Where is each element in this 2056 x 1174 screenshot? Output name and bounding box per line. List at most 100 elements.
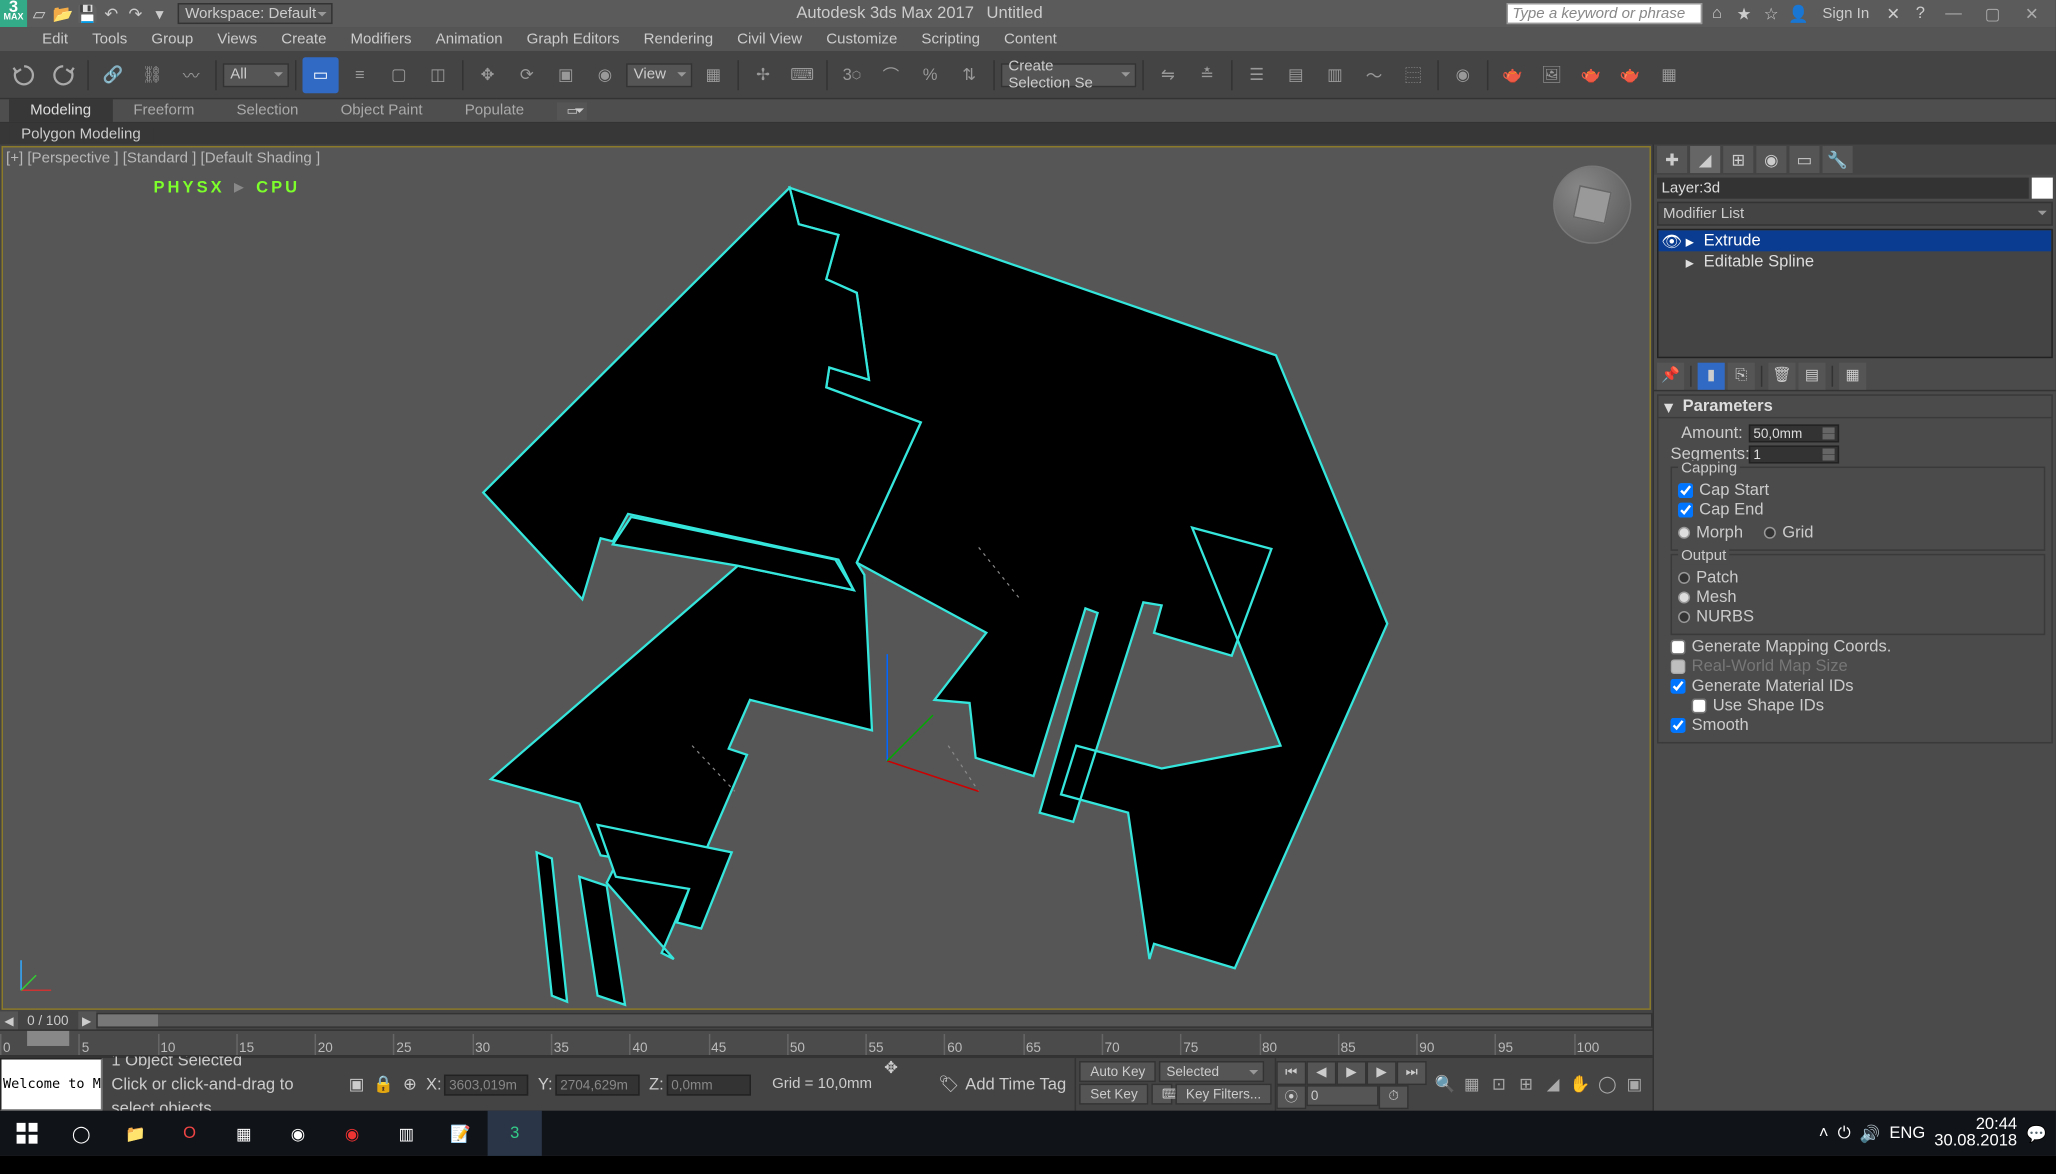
menu-tools[interactable]: Tools xyxy=(80,31,139,48)
next-frame-icon[interactable]: ▶ xyxy=(1367,1060,1397,1084)
select-by-name-icon[interactable]: ≡ xyxy=(342,56,378,92)
task-3dsmax-icon[interactable]: 3 xyxy=(488,1111,542,1156)
close-button[interactable]: ✕ xyxy=(2014,0,2050,27)
task-notepad-icon[interactable]: 📝 xyxy=(433,1111,487,1156)
select-manipulate-icon[interactable]: ✢ xyxy=(745,56,781,92)
gen-mapping-checkbox[interactable]: Generate Mapping Coords. xyxy=(1671,638,2046,656)
create-tab-icon[interactable]: ✚ xyxy=(1657,146,1687,173)
modify-tab-icon[interactable]: ◢ xyxy=(1690,146,1720,173)
menu-content[interactable]: Content xyxy=(992,31,1069,48)
redo-icon[interactable]: ↷ xyxy=(123,2,147,26)
sign-in-link[interactable]: Sign In xyxy=(1822,5,1869,22)
tray-volume-icon[interactable]: 🔊 xyxy=(1860,1123,1881,1143)
redo-large-icon[interactable] xyxy=(45,56,81,92)
tray-up-icon[interactable]: ˄ xyxy=(1819,1124,1829,1142)
absolute-mode-icon[interactable]: ⊕ xyxy=(403,1075,417,1095)
cortana-icon[interactable]: ◯ xyxy=(54,1111,108,1156)
help-icon[interactable]: ? xyxy=(1908,2,1932,26)
orbit-icon[interactable]: ◯ xyxy=(1595,1072,1619,1096)
stack-item-extrude[interactable]: 👁 ▸ Extrude xyxy=(1659,230,2052,251)
workspace-dropdown[interactable]: Workspace: Default xyxy=(178,3,333,24)
crosshair-icon[interactable]: ✥ xyxy=(884,1058,929,1111)
isolate-icon[interactable]: ▣ xyxy=(349,1075,365,1095)
maximize-button[interactable]: ▢ xyxy=(1975,0,2011,27)
ribbon-panel-name[interactable]: Polygon Modeling xyxy=(9,126,153,143)
current-frame-input[interactable] xyxy=(1306,1084,1378,1105)
material-editor-icon[interactable]: ◉ xyxy=(1445,56,1481,92)
mirror-icon[interactable]: ⇋ xyxy=(1150,56,1186,92)
rect-region-icon[interactable]: ▢ xyxy=(381,56,417,92)
motion-tab-icon[interactable]: ◉ xyxy=(1756,146,1786,173)
segments-spinner[interactable]: 1 xyxy=(1749,445,1839,463)
tab-populate[interactable]: Populate xyxy=(444,99,546,122)
zoom-extents-all-icon[interactable]: ⊞ xyxy=(1514,1072,1538,1096)
z-input[interactable] xyxy=(667,1074,751,1095)
render-a360-icon[interactable]: ▦ xyxy=(1651,56,1687,92)
menu-edit[interactable]: Edit xyxy=(30,31,80,48)
modifier-stack[interactable]: 👁 ▸ Extrude ▸ Editable Spline xyxy=(1657,229,2053,358)
amount-spinner[interactable]: 50,0mm xyxy=(1749,424,1839,442)
rollout-header[interactable]: ▾ Parameters xyxy=(1657,394,2053,418)
curve-editor-icon[interactable]: 〜 xyxy=(1356,56,1392,92)
cap-end-checkbox[interactable]: Cap End xyxy=(1678,501,2038,519)
minimize-button[interactable]: — xyxy=(1935,0,1971,27)
tray-notifications-icon[interactable]: 💬 xyxy=(2026,1123,2047,1143)
menu-civil-view[interactable]: Civil View xyxy=(725,31,814,48)
render-production-icon[interactable]: 🫖 xyxy=(1573,56,1609,92)
undo-icon[interactable]: ↶ xyxy=(99,2,123,26)
menu-views[interactable]: Views xyxy=(205,31,269,48)
make-unique-icon[interactable]: ⎘ xyxy=(1728,362,1755,389)
gen-matids-checkbox[interactable]: Generate Material IDs xyxy=(1671,677,2046,695)
spinner-snap-icon[interactable]: ⇅ xyxy=(951,56,987,92)
zoom-extents-icon[interactable]: ⊡ xyxy=(1487,1072,1511,1096)
keyboard-shortcut-icon[interactable]: ⌨ xyxy=(784,56,820,92)
y-input[interactable] xyxy=(556,1074,640,1095)
render-frame-icon[interactable]: 🖼 xyxy=(1534,56,1570,92)
ref-coord-dropdown[interactable]: View xyxy=(626,62,692,86)
named-selection-dropdown[interactable]: Create Selection Se xyxy=(1001,62,1136,86)
unlink-icon[interactable]: ⛓ xyxy=(134,56,170,92)
snap-toggle-icon[interactable]: 3⬡ xyxy=(834,56,870,92)
task-chrome-icon[interactable]: ◉ xyxy=(271,1111,325,1156)
show-end-result-icon[interactable]: ▮ xyxy=(1698,362,1725,389)
task-calc-icon[interactable]: ▦ xyxy=(217,1111,271,1156)
save-icon[interactable]: 💾 xyxy=(75,2,99,26)
layer-explorer-icon[interactable]: ☰ xyxy=(1239,56,1275,92)
modifier-list-dropdown[interactable]: Modifier List xyxy=(1657,202,2053,226)
select-rotate-icon[interactable]: ⟳ xyxy=(509,56,545,92)
infocenter-icon[interactable]: ⌂ xyxy=(1705,2,1729,26)
fov-icon[interactable]: ◢ xyxy=(1541,1072,1565,1096)
task-app1-icon[interactable]: ◉ xyxy=(325,1111,379,1156)
object-color-swatch[interactable] xyxy=(2032,178,2053,199)
mesh-radio[interactable]: Mesh xyxy=(1678,588,2038,606)
tab-selection[interactable]: Selection xyxy=(215,99,319,122)
object-name-input[interactable]: Layer:3d xyxy=(1657,178,2029,199)
maxscript-listener[interactable]: Welcome to M xyxy=(0,1058,102,1111)
tray-clock[interactable]: 20:44 30.08.2018 xyxy=(1934,1117,2017,1150)
display-tab-icon[interactable]: ▭ xyxy=(1789,146,1819,173)
pan-icon[interactable]: ✋ xyxy=(1568,1072,1592,1096)
smooth-checkbox[interactable]: Smooth xyxy=(1671,716,2046,734)
zoom-icon[interactable]: 🔍 xyxy=(1433,1072,1457,1096)
task-opera-icon[interactable]: O xyxy=(163,1111,217,1156)
pin-stack-icon[interactable]: 📌 xyxy=(1657,362,1684,389)
tray-power-icon[interactable]: ⏻ xyxy=(1838,1123,1851,1143)
select-place-icon[interactable]: ◉ xyxy=(587,56,623,92)
utilities-tab-icon[interactable]: 🔧 xyxy=(1823,146,1853,173)
open-icon[interactable]: 📂 xyxy=(51,2,75,26)
tab-object-paint[interactable]: Object Paint xyxy=(320,99,444,122)
schematic-view-icon[interactable]: ⿳ xyxy=(1395,56,1431,92)
expand-icon[interactable]: ▸ xyxy=(1686,252,1698,272)
start-button[interactable] xyxy=(0,1111,54,1156)
new-icon[interactable]: ▱ xyxy=(27,2,51,26)
time-config-icon[interactable]: ⏱ xyxy=(1379,1084,1409,1108)
star-icon[interactable]: ★ xyxy=(1732,2,1756,26)
select-move-icon[interactable]: ✥ xyxy=(470,56,506,92)
menu-animation[interactable]: Animation xyxy=(424,31,515,48)
user-icon[interactable]: 👤 xyxy=(1786,2,1810,26)
menu-customize[interactable]: Customize xyxy=(814,31,909,48)
menu-graph-editors[interactable]: Graph Editors xyxy=(515,31,632,48)
key-filters-button[interactable]: Key Filters... xyxy=(1175,1084,1271,1105)
min-max-viewport-icon[interactable]: ▣ xyxy=(1622,1072,1646,1096)
morph-radio[interactable]: Morph xyxy=(1678,524,1743,542)
